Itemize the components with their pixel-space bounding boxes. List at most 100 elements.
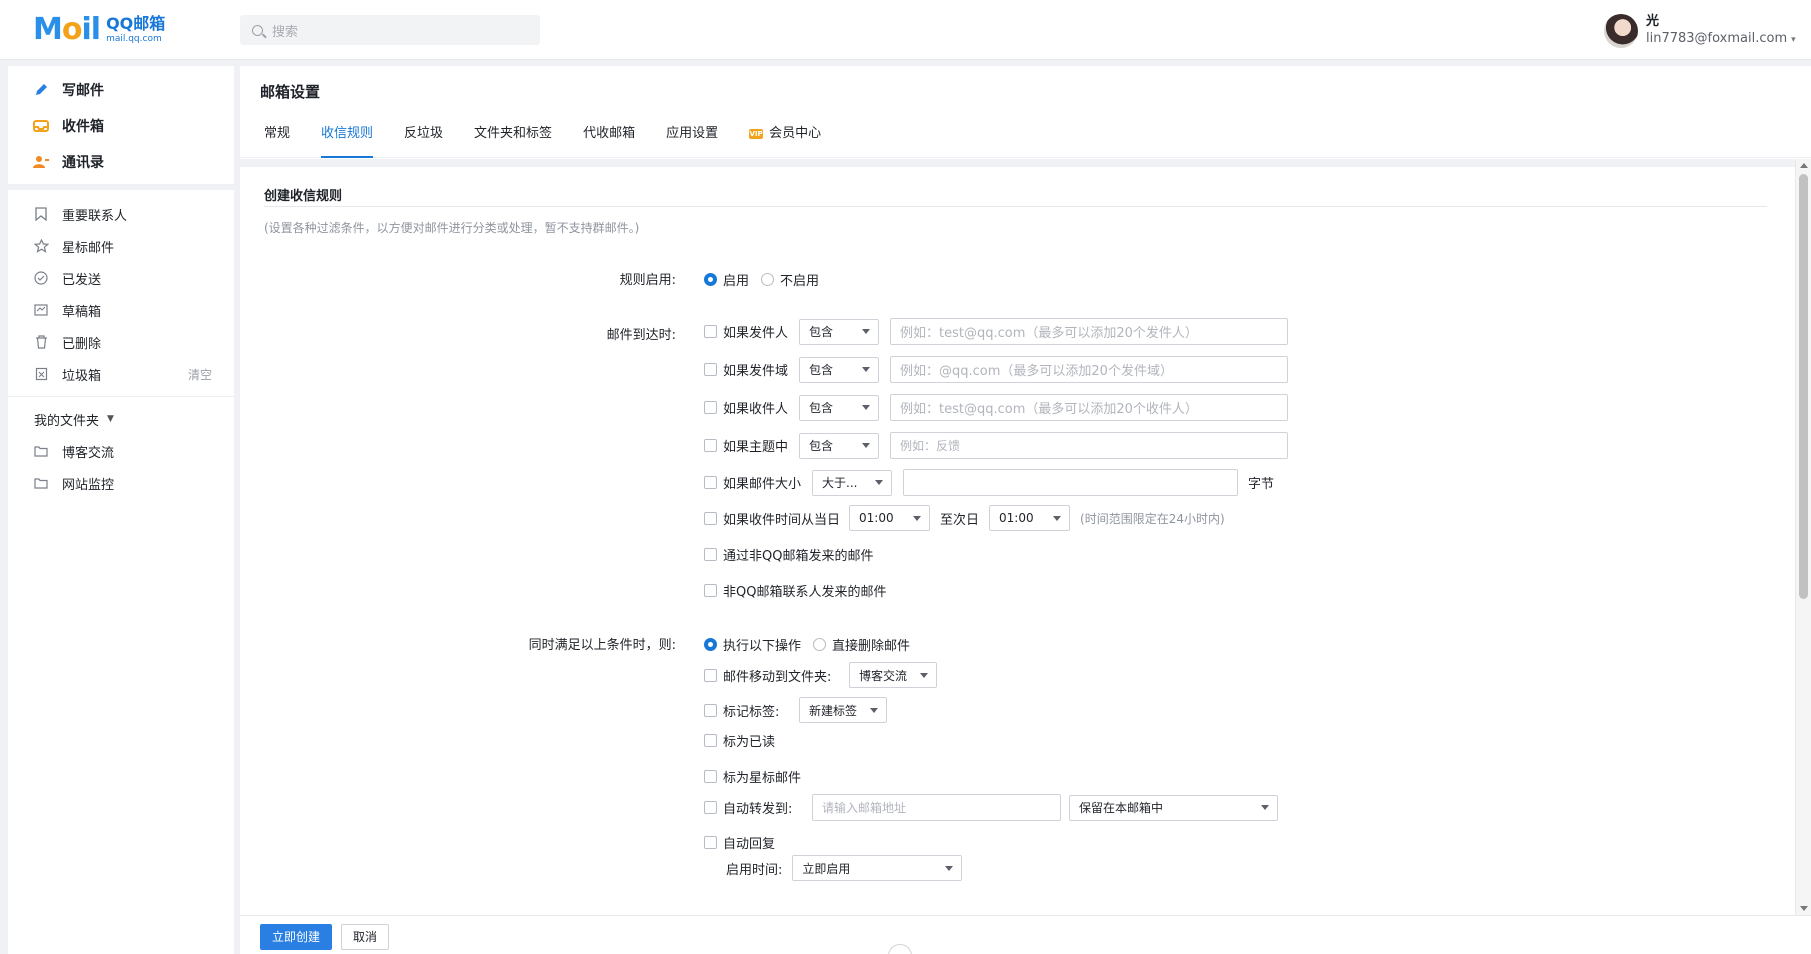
tab-anti-spam[interactable]: 反垃圾 [404, 110, 443, 158]
cond-sender-input[interactable]: 例如：test@qq.com（最多可以添加20个发件人） [890, 318, 1288, 345]
chevron-down-icon [945, 865, 954, 871]
sidebar-item-deleted[interactable]: 已删除 [8, 326, 234, 358]
rule-enable-label: 规则启用: [619, 273, 676, 288]
cond-domain-checkbox[interactable] [704, 363, 717, 376]
tab-collect-mail[interactable]: 代收邮箱 [583, 110, 635, 158]
scrollbar-thumb[interactable] [1799, 174, 1808, 599]
cond-time-row: 如果收件时间从当日 01:00 至次日 01:00 (时间范围限定在24小时内) [704, 505, 1225, 531]
cond-label: 如果发件人 [723, 326, 789, 341]
time-from-select[interactable]: 01:00 [849, 505, 930, 531]
sidebar-item-label: 写邮件 [62, 83, 104, 99]
act-reply-checkbox[interactable] [704, 836, 717, 849]
forward-email-input[interactable]: 请输入邮箱地址 [812, 794, 1061, 821]
input-placeholder: 例如：反馈 [900, 439, 961, 453]
act-move-checkbox[interactable] [704, 668, 717, 682]
act-tag-select[interactable]: 新建标签 [799, 697, 887, 723]
scroll-up-icon[interactable] [1800, 163, 1808, 168]
sidebar-item-compose[interactable]: 写邮件 [8, 72, 234, 108]
draft-icon [32, 301, 50, 319]
qq-mail-logo[interactable]: Moil QQ邮箱 mail.qq.com [33, 14, 165, 46]
act-move-folder-select[interactable]: 博客交流 [849, 662, 937, 688]
cond-time-checkbox[interactable] [704, 511, 717, 525]
act-read-checkbox[interactable] [704, 734, 717, 747]
star-icon [32, 237, 50, 255]
contacts-icon [32, 153, 50, 171]
enable-on-radio[interactable] [704, 273, 717, 286]
sidebar-item-contacts[interactable]: 通讯录 [8, 144, 234, 180]
page-title: 邮箱设置 [260, 83, 321, 101]
forward-keep-select[interactable]: 保留在本邮箱中 [1069, 794, 1278, 821]
sidebar-item-important-contacts[interactable]: 重要联系人 [8, 198, 234, 230]
tab-general[interactable]: 常规 [264, 110, 290, 158]
sidebar-item-sent[interactable]: 已发送 [8, 262, 234, 294]
tab-folders-tags[interactable]: 文件夹和标签 [474, 110, 552, 158]
enable-off-radio[interactable] [761, 273, 775, 286]
act-read-row: 标为已读 [704, 731, 775, 750]
cond-size-checkbox[interactable] [704, 476, 717, 489]
tab-vip-center[interactable]: VIP 会员中心 [749, 110, 821, 158]
user-email: lin7783@foxmail.com [1646, 31, 1788, 46]
sidebar-item-site-monitor[interactable]: 网站监控 [8, 467, 234, 499]
my-folders-header[interactable]: 我的文件夹 ▼ [8, 403, 234, 435]
then-group: 执行以下操作 直接删除邮件 [704, 635, 910, 654]
cond-label: 如果主题中 [723, 440, 789, 455]
arrival-label: 邮件到达时: [606, 328, 676, 343]
sidebar-item-inbox[interactable]: 收件箱 [8, 108, 234, 144]
scroll-down-icon[interactable] [1800, 906, 1808, 911]
sidebar-item-blog[interactable]: 博客交流 [8, 435, 234, 467]
cond-size-input[interactable] [903, 469, 1238, 496]
clear-spam-link[interactable]: 清空 [188, 366, 212, 383]
act-star-checkbox[interactable] [704, 770, 717, 783]
folder-icon [32, 442, 50, 460]
rule-enable-group: 启用 不启用 [704, 270, 819, 289]
logo-brand: QQ邮箱 [106, 14, 166, 33]
input-placeholder: 例如：test@qq.com（最多可以添加20个收件人） [900, 402, 1198, 417]
cond-recipient-input[interactable]: 例如：test@qq.com（最多可以添加20个收件人） [890, 394, 1288, 421]
cond-domain-op-select[interactable]: 包含 [799, 356, 879, 383]
tab-label: 会员中心 [769, 125, 822, 141]
create-button[interactable]: 立即创建 [260, 924, 333, 950]
cond-size-op-select[interactable]: 大于... [812, 469, 892, 496]
act-label: 自动转发到: [723, 802, 793, 817]
cond-recipient-op-select[interactable]: 包含 [799, 394, 879, 421]
settings-tabs: 常规 收信规则 反垃圾 文件夹和标签 代收邮箱 应用设置 VIP 会员中心 [240, 110, 1811, 158]
user-menu[interactable]: 光 lin7783@foxmail.com ▾ [1604, 13, 1796, 49]
act-forward-row: 自动转发到: 请输入邮箱地址 保留在本邮箱中 [704, 794, 1278, 821]
tab-app-settings[interactable]: 应用设置 [666, 110, 718, 158]
sidebar-item-starred[interactable]: 星标邮件 [8, 230, 234, 262]
cond-non-qq-checkbox[interactable] [704, 548, 717, 561]
cond-sender-op-select[interactable]: 包含 [799, 318, 879, 345]
cond-subject-input[interactable]: 例如：反馈 [890, 432, 1288, 459]
tab-receive-rules[interactable]: 收信规则 [321, 110, 374, 158]
search-placeholder: 搜索 [272, 24, 299, 40]
chevron-down-icon [920, 672, 928, 678]
act-forward-checkbox[interactable] [704, 801, 717, 814]
sidebar-item-spam[interactable]: 垃圾箱 清空 [8, 358, 234, 390]
cancel-button[interactable]: 取消 [341, 924, 390, 950]
chevron-down-icon [870, 707, 878, 713]
sidebar-item-drafts[interactable]: 草稿箱 [8, 294, 234, 326]
cond-sender-checkbox[interactable] [704, 325, 717, 338]
pencil-icon [32, 81, 50, 99]
act-time-select[interactable]: 立即启用 [792, 855, 963, 881]
cond-domain-input[interactable]: 例如：@qq.com（最多可以添加20个发件域） [890, 356, 1288, 383]
delete-direct-radio[interactable] [813, 638, 827, 651]
cond-non-contact-checkbox[interactable] [704, 584, 717, 597]
cond-subject-checkbox[interactable] [704, 439, 717, 452]
then-label: 同时满足以上条件时，则: [528, 638, 676, 653]
trash-icon [32, 333, 50, 351]
time-to-select[interactable]: 01:00 [989, 505, 1071, 531]
chevron-down-icon[interactable]: ▾ [1791, 35, 1796, 45]
search-input[interactable]: 搜索 [240, 15, 540, 45]
time-hint: (时间范围限定在24小时内) [1080, 511, 1225, 526]
do-actions-radio[interactable] [704, 638, 717, 651]
cond-recipient-checkbox[interactable] [704, 401, 717, 414]
divider [264, 206, 1767, 207]
act-time-label: 启用时间: [726, 862, 783, 878]
act-tag-checkbox[interactable] [704, 703, 717, 717]
delete-direct-label: 直接删除邮件 [832, 639, 911, 654]
scrollbar[interactable] [1795, 159, 1811, 915]
cond-subject-op-select[interactable]: 包含 [799, 432, 879, 459]
avatar[interactable] [1604, 14, 1638, 48]
cond-label: 非QQ邮箱联系人发来的邮件 [723, 585, 887, 600]
